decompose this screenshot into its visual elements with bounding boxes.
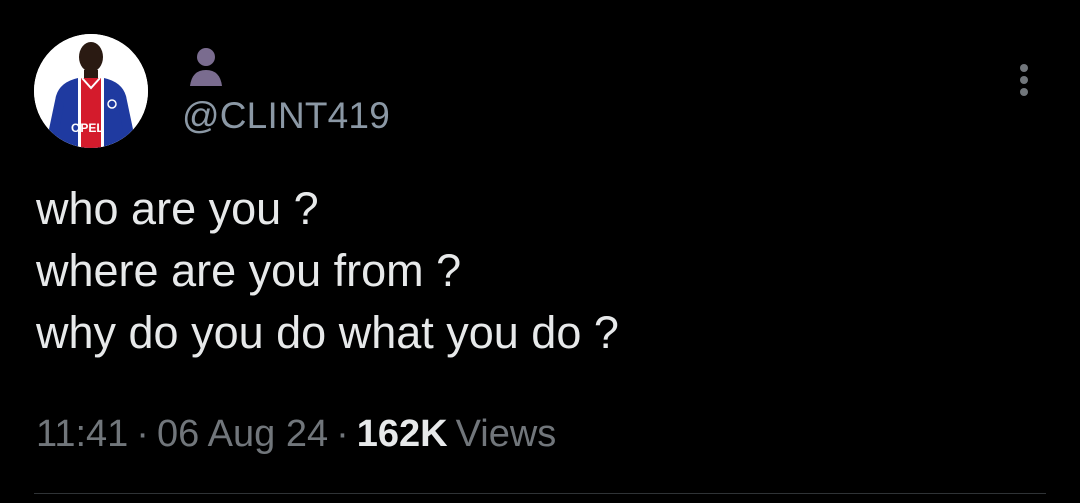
author-handle[interactable]: @CLINT419 (182, 94, 390, 138)
tweet-text: who are you ? where are you from ? why d… (36, 178, 619, 364)
tweet-card: OPEL @CLINT419 who are you ? where are y… (0, 0, 1080, 503)
tweet-time[interactable]: 11:41 (36, 413, 128, 455)
more-dot-icon (1020, 88, 1028, 96)
views-count[interactable]: 162K (357, 413, 448, 455)
more-options-button[interactable] (1004, 56, 1044, 100)
tweet-meta: 11:41 · 06 Aug 24 · 162K Views (36, 410, 556, 458)
more-dot-icon (1020, 76, 1028, 84)
divider (34, 493, 1046, 494)
more-dot-icon (1020, 64, 1028, 72)
meta-separator: · (136, 413, 149, 455)
football-player-avatar-icon: OPEL (34, 34, 148, 148)
person-silhouette-icon (190, 48, 222, 86)
views-label[interactable]: Views (456, 413, 557, 455)
tweet-line: where are you from ? (36, 245, 462, 296)
svg-text:OPEL: OPEL (71, 121, 104, 135)
tweet-date[interactable]: 06 Aug 24 (157, 413, 328, 455)
tweet-line: who are you ? (36, 183, 319, 234)
meta-separator: · (336, 413, 349, 455)
author-avatar[interactable]: OPEL (34, 34, 148, 148)
tweet-line: why do you do what you do ? (36, 307, 619, 358)
display-name-icon[interactable] (184, 44, 228, 88)
